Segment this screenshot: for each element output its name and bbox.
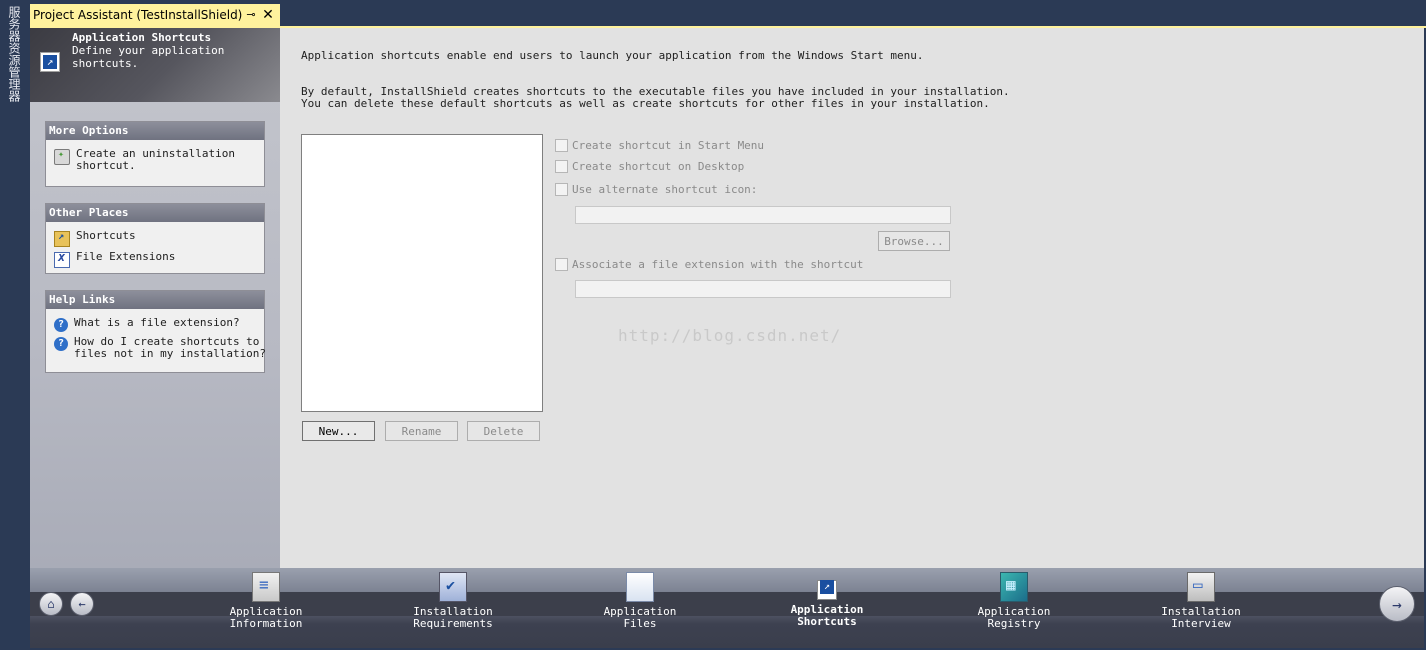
next-button[interactable]: → [1379, 586, 1415, 622]
shortcut-icon: ↗ [40, 52, 60, 72]
help-icon: ? [54, 337, 68, 351]
link-label[interactable]: How do I create shortcuts to files not i… [74, 336, 266, 360]
step-application-registry[interactable]: Application Registry [954, 572, 1074, 630]
step-label: Application Shortcuts [790, 603, 864, 628]
application-registry-icon [1000, 572, 1028, 602]
application-files-icon [626, 572, 654, 602]
file-extension-checkbox[interactable] [555, 258, 568, 271]
more-options-header: More Options [46, 122, 264, 140]
start-menu-checkbox[interactable] [555, 139, 568, 152]
assistant-navigation-bar: ⌂ ← Application Information Installation… [30, 568, 1424, 648]
next-arrow-icon: → [1392, 594, 1402, 614]
desktop-label: Create shortcut on Desktop [572, 160, 745, 173]
watermark-text: http://blog.csdn.net/ [618, 326, 842, 345]
alt-icon-label: Use alternate shortcut icon: [572, 183, 758, 196]
link-create-uninstall-shortcut[interactable]: Create an uninstallation shortcut. [54, 148, 264, 172]
step-label: Installation Interview [1161, 605, 1241, 630]
installation-requirements-icon [439, 572, 467, 602]
link-file-extensions[interactable]: File Extensions [54, 250, 264, 268]
help-icon: ? [54, 318, 68, 332]
file-extension-icon [54, 250, 70, 268]
more-options-box: More Options Create an uninstallation sh… [45, 121, 265, 187]
alt-icon-option[interactable]: Use alternate shortcut icon: [555, 183, 757, 196]
banner-subtitle: Define your application shortcuts. [72, 44, 225, 70]
step-label: Installation Requirements [413, 605, 493, 630]
start-menu-label: Create shortcut in Start Menu [572, 139, 765, 152]
file-extension-input[interactable] [575, 280, 951, 298]
link-label[interactable]: File Extensions [76, 251, 175, 263]
tab-title: Project Assistant (TestInstallShield) [33, 8, 243, 22]
application-information-icon [252, 572, 280, 602]
server-explorer-label[interactable]: 服务器资源管理器 [6, 6, 23, 102]
installation-interview-icon [1187, 572, 1215, 602]
back-arrow-icon: ← [78, 597, 86, 611]
uninstall-shortcut-icon [54, 149, 70, 165]
file-extension-label: Associate a file extension with the shor… [572, 258, 864, 271]
shortcuts-list[interactable] [301, 134, 543, 412]
other-places-header: Other Places [46, 204, 264, 222]
page-banner: ↗ Application Shortcuts Define your appl… [30, 28, 280, 102]
link-shortcuts[interactable]: Shortcuts [54, 230, 264, 247]
server-explorer-rail[interactable]: 服务器资源管理器 [0, 0, 28, 650]
link-label[interactable]: Create an uninstallation shortcut. [76, 148, 235, 172]
step-installation-interview[interactable]: Installation Interview [1141, 572, 1261, 630]
link-create-shortcuts-other-files[interactable]: ? How do I create shortcuts to files not… [54, 336, 266, 360]
main-content: Application shortcuts enable end users t… [280, 28, 1424, 568]
link-label[interactable]: What is a file extension? [74, 317, 240, 329]
rename-button[interactable]: Rename [385, 421, 458, 441]
tab-project-assistant[interactable]: Project Assistant (TestInstallShield) ⊸ … [30, 4, 280, 26]
home-button[interactable]: ⌂ [39, 592, 63, 616]
default-shortcuts-text: By default, InstallShield creates shortc… [301, 85, 1010, 110]
step-application-information[interactable]: Application Information [206, 572, 326, 630]
desktop-option[interactable]: Create shortcut on Desktop [555, 160, 744, 173]
pin-icon[interactable]: ⊸ [243, 7, 259, 23]
alt-icon-checkbox[interactable] [555, 183, 568, 196]
project-assistant-window: ↗ Application Shortcuts Define your appl… [30, 28, 1424, 648]
step-application-files[interactable]: Application Files [580, 572, 700, 630]
home-icon: ⌂ [47, 597, 55, 611]
other-places-box: Other Places Shortcuts File Extensions [45, 203, 265, 274]
document-tab-bar: Project Assistant (TestInstallShield) ⊸ … [30, 0, 1426, 26]
step-label: Application Information [229, 605, 303, 630]
step-installation-requirements[interactable]: Installation Requirements [393, 572, 513, 630]
delete-button[interactable]: Delete [467, 421, 540, 441]
left-task-panel: ↗ Application Shortcuts Define your appl… [30, 28, 280, 568]
step-label: Application Registry [977, 605, 1051, 630]
browse-button[interactable]: Browse... [878, 231, 950, 251]
new-button[interactable]: New... [302, 421, 375, 441]
desktop-checkbox[interactable] [555, 160, 568, 173]
file-extension-option[interactable]: Associate a file extension with the shor… [555, 258, 863, 271]
help-links-header: Help Links [46, 291, 264, 309]
start-menu-option[interactable]: Create shortcut in Start Menu [555, 139, 764, 152]
intro-text: Application shortcuts enable end users t… [301, 49, 924, 62]
step-label: Application Files [603, 605, 677, 630]
link-what-is-file-extension[interactable]: ? What is a file extension? [54, 317, 264, 332]
step-application-shortcuts[interactable]: Application Shortcuts [767, 572, 887, 628]
application-shortcuts-icon [817, 580, 837, 600]
banner-title: Application Shortcuts [72, 31, 212, 44]
shortcuts-folder-icon [54, 231, 70, 247]
back-button[interactable]: ← [70, 592, 94, 616]
help-links-box: Help Links ? What is a file extension? ?… [45, 290, 266, 373]
close-icon[interactable]: ✕ [260, 7, 276, 23]
alt-icon-path-input[interactable] [575, 206, 951, 224]
link-label[interactable]: Shortcuts [76, 230, 136, 242]
